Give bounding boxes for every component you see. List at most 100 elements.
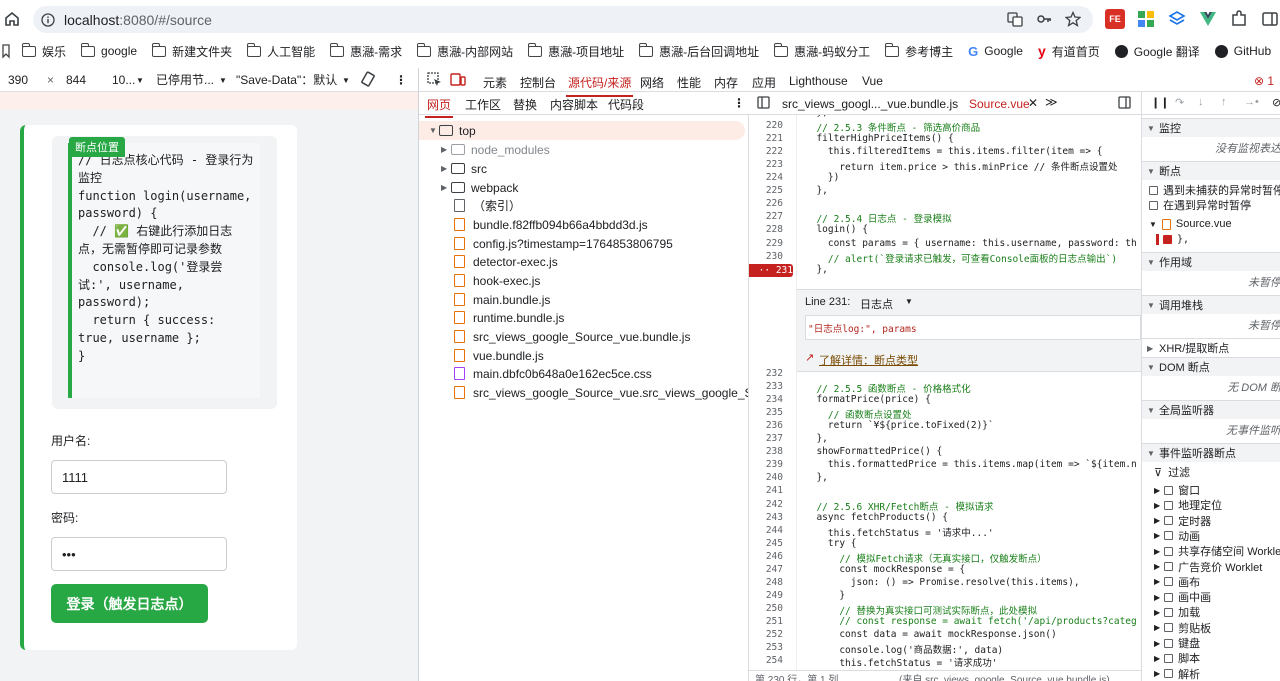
tree-item-top[interactable]: ▼ top <box>419 121 745 140</box>
event-category[interactable]: ▶ 画中画 <box>1154 589 1211 605</box>
device-height-input[interactable]: 844 <box>66 73 86 87</box>
toggle-navigator-icon[interactable] <box>757 96 770 112</box>
section-watch[interactable]: ▼ 监控 <box>1142 118 1280 137</box>
bookmark-google-translate[interactable]: Google 翻译 <box>1114 43 1200 60</box>
bp-entry[interactable]: }, <box>1156 234 1189 245</box>
translate-icon[interactable] <box>1007 11 1023 27</box>
section-dom[interactable]: ▼ DOM 断点 <box>1142 357 1280 376</box>
editor-tab-bundle[interactable]: src_views_googl..._vue.bundle.js <box>782 97 958 111</box>
login-button[interactable]: 登录（触发日志点） <box>51 584 208 623</box>
bookmark-google[interactable]: G Google <box>968 44 1023 59</box>
line-number[interactable]: 247 <box>749 564 783 575</box>
line-number[interactable]: 235 <box>749 407 783 418</box>
toggle-debugger-icon[interactable] <box>1118 96 1131 112</box>
event-category[interactable]: ▶ 动画 <box>1154 528 1200 544</box>
line-number[interactable]: 245 <box>749 538 783 549</box>
step-out-icon[interactable]: ↑ <box>1221 96 1227 108</box>
extension-vue-icon[interactable] <box>1198 9 1218 29</box>
tab-application[interactable]: 应用 <box>752 74 776 91</box>
checkbox[interactable] <box>1164 546 1174 556</box>
line-number[interactable]: 252 <box>749 629 783 640</box>
checkbox[interactable] <box>1164 562 1174 571</box>
error-counter[interactable]: ⊗ 1 <box>1254 74 1274 88</box>
event-category[interactable]: ▶ 广告竞价 Worklet <box>1154 559 1262 575</box>
site-info-icon[interactable] <box>41 12 55 27</box>
line-number[interactable]: 234 <box>749 394 783 405</box>
tab-memory[interactable]: 内存 <box>714 74 738 91</box>
save-data-select[interactable]: "Save-Data"：默认 <box>236 71 337 88</box>
line-gutter[interactable]: 219 220 221 222 223 224 225 226 227 228 229 230·· 2… <box>749 115 797 673</box>
tree-item-webpack[interactable]: ▶ webpack <box>419 178 518 197</box>
tree-item-detector[interactable]: detector-exec.js <box>419 252 558 271</box>
section-xhr[interactable]: ▶ XHR/提取断点 <box>1142 338 1280 357</box>
line-number[interactable]: 230 <box>749 251 783 262</box>
line-number[interactable]: 226 <box>749 198 783 209</box>
subtab-overrides[interactable]: 替换 <box>513 96 537 113</box>
line-number[interactable]: 228 <box>749 224 783 235</box>
checkbox[interactable] <box>1164 577 1174 587</box>
line-number[interactable]: 249 <box>749 590 783 601</box>
checkbox[interactable] <box>1163 235 1172 244</box>
checkbox[interactable] <box>1164 485 1174 495</box>
event-category[interactable]: ▶ 共享存储空间 Worklet <box>1154 543 1280 559</box>
checkbox[interactable] <box>1164 516 1174 526</box>
event-category[interactable]: ▶ 加载 <box>1154 604 1200 620</box>
extensions-puzzle-icon[interactable] <box>1229 9 1249 29</box>
checkbox[interactable] <box>1164 669 1174 679</box>
tab-elements[interactable]: 元素 <box>483 74 507 91</box>
pause-caught-checkbox[interactable]: 在遇到异常时暂停 <box>1149 197 1251 213</box>
line-number[interactable]: 243 <box>749 512 783 523</box>
tab-network[interactable]: 网络 <box>640 74 664 91</box>
checkbox[interactable] <box>1164 500 1174 510</box>
checkbox[interactable] <box>1164 531 1174 541</box>
section-callstack[interactable]: ▼ 调用堆栈 <box>1142 295 1280 314</box>
checkbox[interactable] <box>1164 653 1174 663</box>
learn-more-link[interactable]: 了解详情：断点类型 <box>819 352 918 368</box>
subtab-page[interactable]: 网页 <box>424 96 454 118</box>
device-width-input[interactable]: 390 <box>8 73 28 87</box>
password-key-icon[interactable] <box>1036 11 1052 27</box>
tree-item-node-modules[interactable]: ▶ node_modules <box>419 140 550 159</box>
line-number[interactable]: 236 <box>749 420 783 431</box>
more-tabs-icon[interactable]: ≫ <box>1045 95 1058 109</box>
event-category[interactable]: ▶ 窗口 <box>1154 482 1200 498</box>
line-number[interactable]: 223 <box>749 159 783 170</box>
event-filter[interactable]: ⊽ 过滤 <box>1154 464 1190 480</box>
tab-vue[interactable]: Vue <box>862 74 883 88</box>
section-breakpoints[interactable]: ▼ 断点 <box>1142 161 1280 180</box>
bookmark-huirong-callback[interactable]: 惠瀜-后台回调地址 <box>638 42 759 60</box>
username-input[interactable]: 1111 <box>51 460 227 494</box>
deactivate-breakpoints-icon[interactable]: ⊘ <box>1272 96 1280 109</box>
step-over-icon[interactable]: ↷ <box>1175 96 1184 109</box>
bookmarks-overflow-icon[interactable] <box>0 43 12 59</box>
extension-layers-icon[interactable] <box>1167 9 1187 29</box>
line-number[interactable]: 233 <box>749 381 783 392</box>
line-number[interactable]: 232 <box>749 368 783 379</box>
line-number[interactable]: 237 <box>749 433 783 444</box>
tree-item-vue[interactable]: vue.bundle.js <box>419 346 544 365</box>
tree-item-source-bundle[interactable]: src_views_google_Source_vue.bundle.js <box>419 327 690 346</box>
checkbox[interactable] <box>1164 623 1174 633</box>
checkbox[interactable] <box>1164 607 1174 617</box>
section-event-breakpoints[interactable]: ▼ 事件监听器断点 <box>1142 443 1280 462</box>
line-number[interactable]: 242 <box>749 499 783 510</box>
tab-lighthouse[interactable]: Lighthouse <box>789 74 848 88</box>
line-number[interactable]: 253 <box>749 642 783 653</box>
line-number[interactable]: 241 <box>749 485 783 496</box>
checkbox[interactable] <box>1149 185 1158 195</box>
event-category[interactable]: ▶ 脚本 <box>1154 650 1200 666</box>
extension-grid-icon[interactable] <box>1136 9 1156 29</box>
bookmark-new-folder[interactable]: 新建文件夹 <box>151 42 232 60</box>
code-editor[interactable]: 219 220 221 222 223 224 225 226 227 228 229 230·· 2… <box>749 115 1141 681</box>
line-number[interactable]: 244 <box>749 525 783 536</box>
bookmark-ai[interactable]: 人工智能 <box>246 42 315 60</box>
rotate-icon[interactable] <box>360 71 376 90</box>
more-options-icon[interactable]: ⋮ <box>395 73 407 87</box>
bp-file-row[interactable]: ▼ Source.vue <box>1149 218 1232 230</box>
tree-item-css[interactable]: main.dbfc0b648a0e162ec5ce.css <box>419 364 652 383</box>
section-scope[interactable]: ▼ 作用域 <box>1142 252 1280 271</box>
sidebar-panel-icon[interactable] <box>1260 9 1280 29</box>
step-icon[interactable]: →• <box>1244 96 1259 108</box>
pause-uncaught-checkbox[interactable]: 遇到未捕获的异常时暂停 <box>1149 182 1280 198</box>
line-number[interactable]: 225 <box>749 185 783 196</box>
